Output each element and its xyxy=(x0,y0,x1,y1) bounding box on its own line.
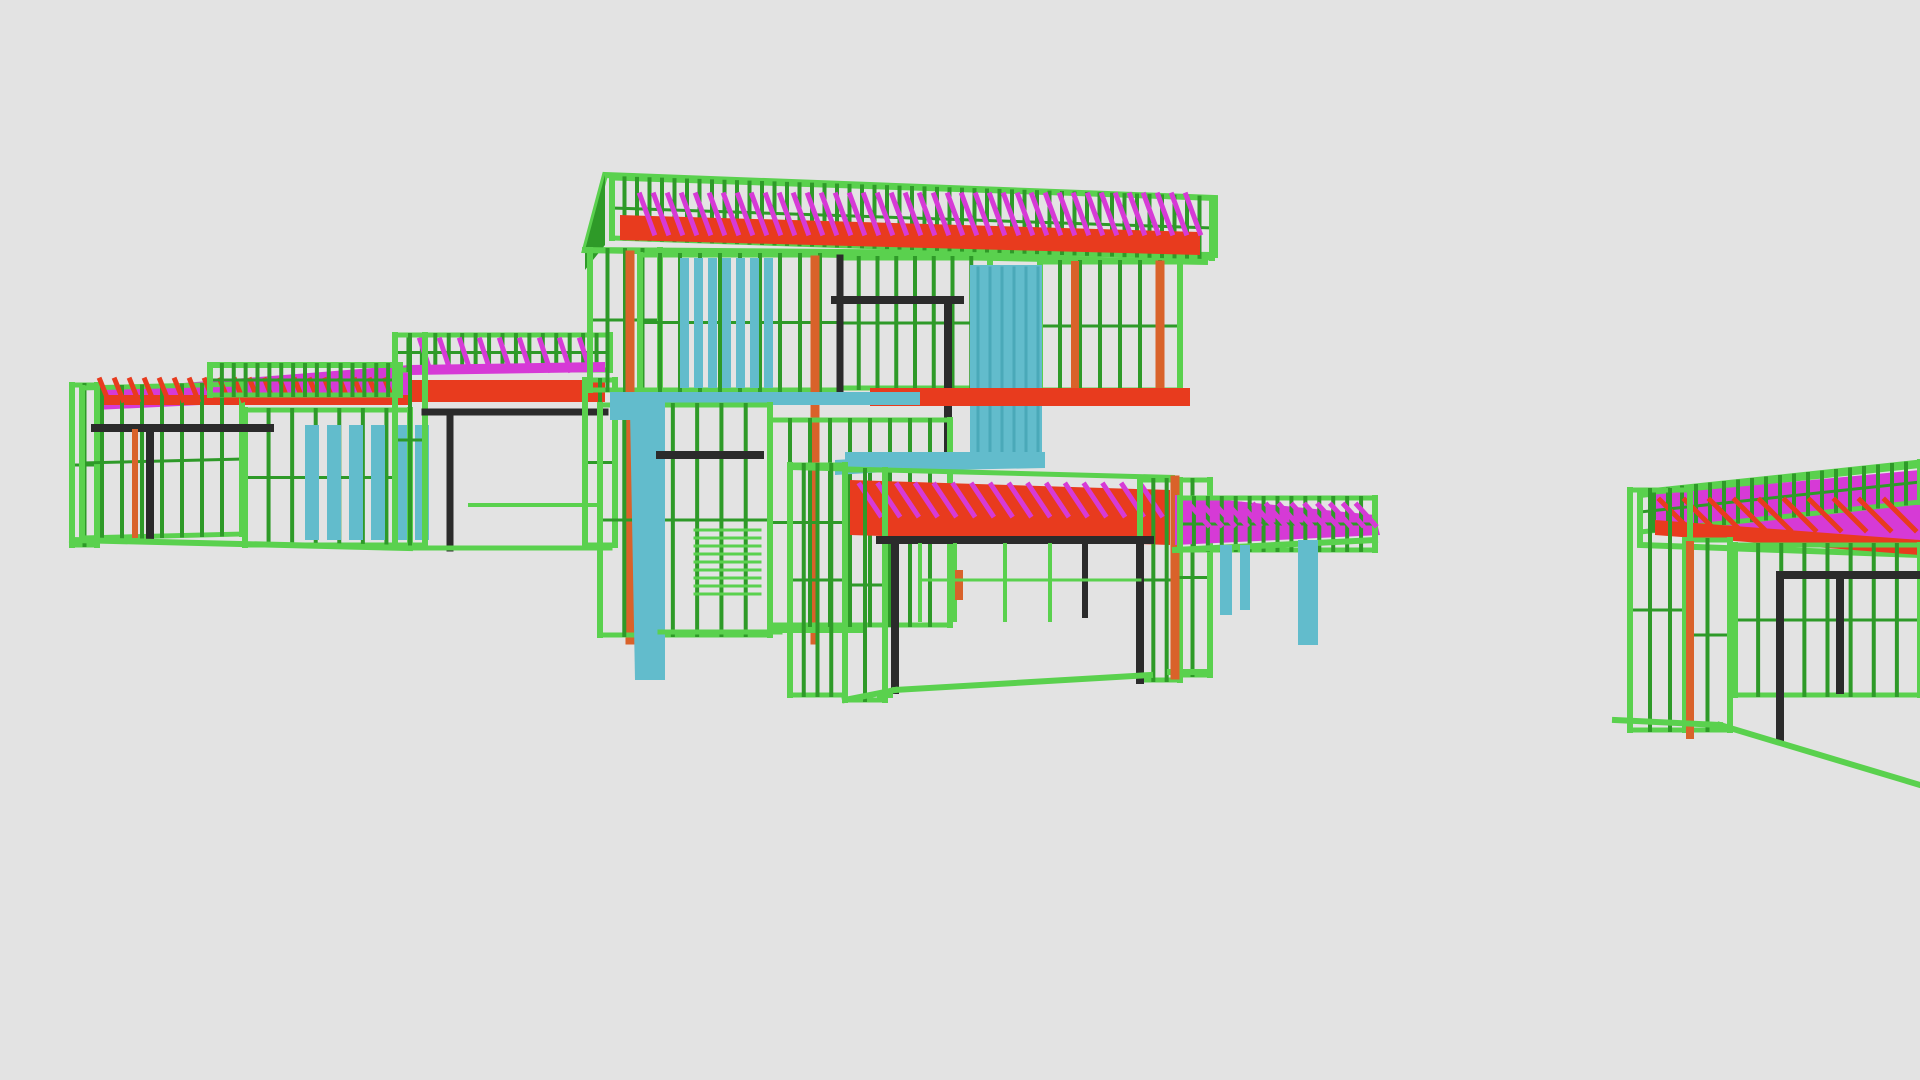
front-deck-frame[interactable] xyxy=(1171,495,1380,645)
column xyxy=(750,258,759,388)
rear-wall xyxy=(1732,542,1920,698)
upper-wall-mid xyxy=(837,255,993,391)
post xyxy=(955,570,963,600)
column xyxy=(371,425,385,540)
sole-plate xyxy=(1716,721,1920,789)
column xyxy=(736,258,745,388)
beam-cap xyxy=(610,398,665,420)
right-partial-frame[interactable] xyxy=(1611,459,1920,789)
column-panel xyxy=(970,265,1042,465)
column-post xyxy=(630,410,665,680)
column xyxy=(327,425,341,540)
sole-plate xyxy=(891,671,1154,694)
column xyxy=(680,258,689,388)
column xyxy=(722,258,731,388)
lower-wall-left xyxy=(597,402,773,638)
header-beam xyxy=(410,380,605,402)
column xyxy=(305,425,319,540)
column xyxy=(1240,545,1250,610)
column xyxy=(694,258,703,388)
sole-plate xyxy=(68,536,414,552)
column xyxy=(708,258,717,388)
3d-viewport[interactable] xyxy=(0,0,1920,1080)
column xyxy=(764,258,773,388)
left-wing-frame[interactable] xyxy=(68,362,429,552)
main-two-storey-frame[interactable] xyxy=(581,171,1218,704)
front-wall-left xyxy=(787,462,848,698)
column xyxy=(1220,545,1232,615)
column xyxy=(349,425,363,540)
left-annex-frame[interactable] xyxy=(392,332,618,552)
column xyxy=(1298,540,1318,645)
3d-model-scene[interactable] xyxy=(0,0,1920,1080)
